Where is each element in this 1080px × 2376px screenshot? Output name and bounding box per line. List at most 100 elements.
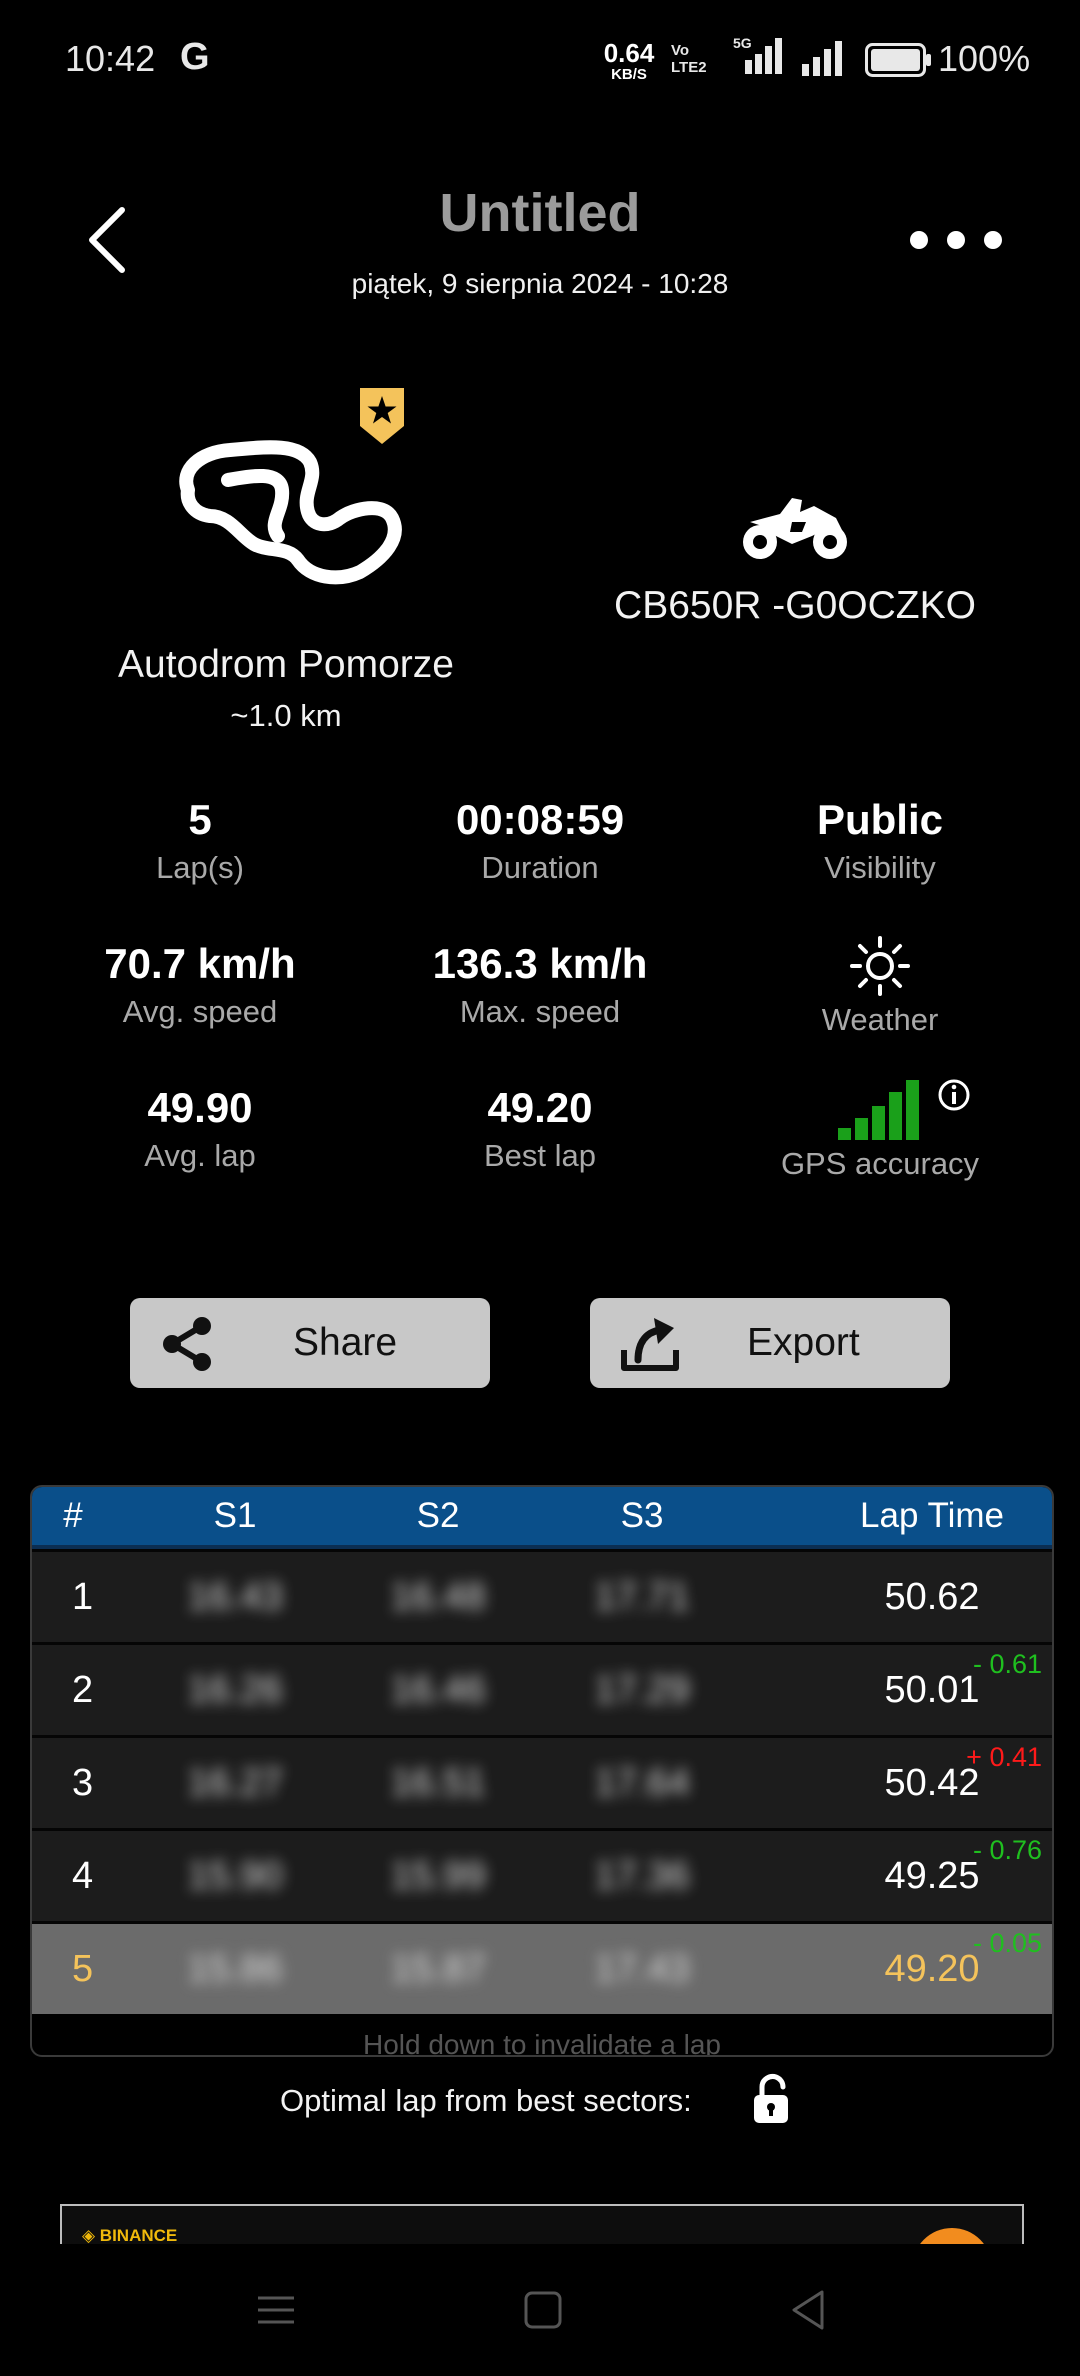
session-date: piątek, 9 sierpnia 2024 - 10:28 bbox=[351, 268, 729, 299]
triangle-back-icon bbox=[792, 2290, 824, 2330]
weather-label: Weather bbox=[821, 1002, 939, 1037]
stat-value: 5 bbox=[188, 796, 212, 843]
gps-signal-icon bbox=[838, 1078, 924, 1145]
network-speed-value: 0.64 bbox=[603, 38, 655, 68]
stat-value: 136.3 km/h bbox=[432, 940, 648, 987]
google-logo: G bbox=[180, 36, 210, 78]
lap-number: 1 bbox=[72, 1576, 94, 1618]
ad-banner[interactable]: ◈ BINANCE bbox=[60, 2204, 1024, 2246]
sector-time: 16.43 bbox=[187, 1576, 283, 1618]
stat-laps: 5 Lap(s) bbox=[30, 794, 370, 888]
lap-delta: - 0.61 bbox=[972, 1649, 1042, 1679]
battery-icon bbox=[865, 43, 933, 82]
export-icon bbox=[621, 1318, 679, 1371]
bike-name[interactable]: CB650R -G0OCZKO bbox=[560, 584, 1030, 628]
stat-duration: 00:08:59 Duration bbox=[370, 794, 710, 888]
sector-time: 15.87 bbox=[390, 1948, 486, 1990]
signal-icon bbox=[800, 40, 850, 81]
stat-value: 70.7 km/h bbox=[104, 940, 296, 987]
home-nav-button[interactable] bbox=[521, 2288, 565, 2337]
stat-label: Best lap bbox=[483, 1138, 596, 1173]
table-row[interactable]: 1 16.43 16.48 17.71 50.62 bbox=[32, 1549, 1052, 1642]
sector-time: 17.71 bbox=[594, 1576, 690, 1618]
hold-hint: Hold down to invalidate a lap bbox=[362, 2029, 721, 2057]
table-row[interactable]: 3 16.27 16.51 17.64 50.42 + 0.41 bbox=[32, 1735, 1052, 1828]
back-nav-button[interactable] bbox=[786, 2288, 830, 2337]
gps-accuracy-label: GPS accuracy bbox=[780, 1146, 980, 1181]
unlock-icon[interactable] bbox=[750, 2073, 794, 2132]
more-dot-icon bbox=[947, 231, 965, 249]
more-options-button[interactable] bbox=[910, 220, 1002, 260]
lap-time: 50.62 bbox=[884, 1576, 980, 1618]
lap-delta: + 0.41 bbox=[966, 1742, 1042, 1772]
table-row-best-lap[interactable]: 5 15.86 15.87 17.43 49.20 - 0.05 bbox=[32, 1921, 1052, 2014]
stat-avg-speed: 70.7 km/h Avg. speed bbox=[30, 938, 370, 1032]
sector-time: 17.36 bbox=[594, 1855, 690, 1897]
table-row[interactable]: 2 16.26 16.46 17.29 50.01 - 0.61 bbox=[32, 1642, 1052, 1735]
column-header: # bbox=[63, 1496, 83, 1535]
lap-number: 2 bbox=[72, 1669, 94, 1711]
table-header: # S1 S2 S3 Lap Time bbox=[32, 1487, 1052, 1549]
stat-value: Public bbox=[816, 796, 944, 843]
lap-number: 3 bbox=[72, 1762, 94, 1804]
stat-label: Max. speed bbox=[459, 994, 621, 1029]
column-header: Lap Time bbox=[860, 1496, 1004, 1535]
stat-best-lap: 49.20 Best lap bbox=[370, 1082, 710, 1176]
lap-delta: - 0.05 bbox=[972, 1928, 1042, 1958]
menu-icon bbox=[258, 2296, 294, 2324]
square-icon bbox=[524, 2291, 562, 2329]
battery-percent: 100% bbox=[938, 38, 1031, 79]
sector-time: 15.90 bbox=[187, 1855, 283, 1897]
sector-time: 16.26 bbox=[187, 1669, 283, 1711]
network-speed: 0.64 KB/S bbox=[598, 40, 660, 82]
motorcycle-icon[interactable] bbox=[740, 492, 850, 567]
sector-time: 15.86 bbox=[187, 1948, 283, 1990]
more-dot-icon bbox=[910, 231, 928, 249]
share-button[interactable]: Share bbox=[130, 1298, 490, 1388]
sector-time: 17.29 bbox=[594, 1669, 690, 1711]
volte-indicator: Vo LTE2 bbox=[671, 42, 707, 76]
export-label: Export bbox=[747, 1321, 860, 1364]
stat-label: Visibility bbox=[824, 850, 936, 885]
stat-value: 49.20 bbox=[487, 1084, 593, 1131]
stat-label: Duration bbox=[481, 850, 599, 885]
stat-value: 00:08:59 bbox=[455, 796, 625, 843]
sector-time: 15.99 bbox=[390, 1855, 486, 1897]
network-type: 5G bbox=[733, 35, 752, 51]
optimal-lap-label: Optimal lap from best sectors: bbox=[280, 2083, 692, 2118]
network-speed-unit: KB/S bbox=[611, 66, 647, 83]
column-header: S3 bbox=[620, 1496, 664, 1535]
info-icon[interactable] bbox=[937, 1078, 971, 1117]
column-header: S1 bbox=[213, 1496, 257, 1535]
export-button[interactable]: Export bbox=[590, 1298, 950, 1388]
track-length: ~1.0 km bbox=[230, 698, 342, 733]
stat-visibility[interactable]: Public Visibility bbox=[710, 794, 1050, 888]
lap-delta: - 0.76 bbox=[972, 1835, 1042, 1865]
binance-logo: ◈ BINANCE bbox=[82, 2226, 178, 2245]
menu-nav-button[interactable] bbox=[254, 2288, 298, 2337]
ad-brand: BINANCE bbox=[99, 2226, 178, 2245]
share-icon bbox=[163, 1317, 211, 1371]
sector-time: 16.51 bbox=[390, 1762, 486, 1804]
sector-time: 17.43 bbox=[594, 1948, 690, 1990]
track-layout-icon[interactable] bbox=[170, 440, 410, 595]
column-header: S2 bbox=[416, 1496, 460, 1535]
sector-time: 17.64 bbox=[594, 1762, 690, 1804]
share-label: Share bbox=[293, 1321, 398, 1364]
table-row[interactable]: 4 15.90 15.99 17.36 49.25 - 0.76 bbox=[32, 1828, 1052, 1921]
laps-table: # S1 S2 S3 Lap Time 1 16.43 16.48 17.71 … bbox=[30, 1485, 1054, 2057]
signal-5g-icon: 5G bbox=[733, 34, 791, 83]
sector-time: 16.46 bbox=[390, 1669, 486, 1711]
track-name[interactable]: Autodrom Pomorze bbox=[0, 643, 572, 687]
more-dot-icon bbox=[984, 231, 1002, 249]
sector-time: 16.48 bbox=[390, 1576, 486, 1618]
status-time: 10:42 bbox=[65, 38, 156, 79]
stat-label: Avg. lap bbox=[144, 1138, 256, 1173]
lap-number: 4 bbox=[72, 1855, 94, 1897]
sector-time: 16.27 bbox=[187, 1762, 283, 1804]
stat-avg-lap: 49.90 Avg. lap bbox=[30, 1082, 370, 1176]
stat-label: Lap(s) bbox=[156, 850, 244, 885]
stat-value: 49.90 bbox=[147, 1084, 253, 1131]
sun-icon[interactable] bbox=[848, 934, 912, 1003]
lap-number: 5 bbox=[72, 1948, 94, 1990]
